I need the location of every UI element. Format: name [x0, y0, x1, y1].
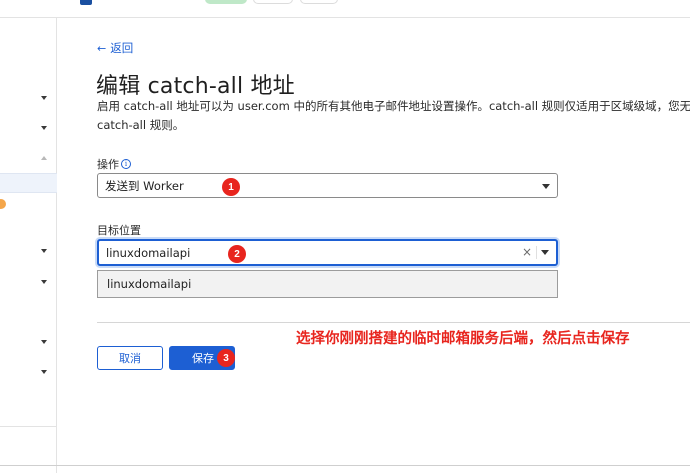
select-separator — [536, 246, 537, 259]
page-description: 启用 catch-all 地址可以为 user.com 中的所有其他电子邮件地址… — [97, 97, 690, 135]
top-pill-button[interactable] — [253, 0, 293, 4]
action-select[interactable]: 发送到 Worker — [97, 173, 558, 198]
dropdown-option[interactable]: linuxdomailapi — [97, 270, 558, 298]
chevron-down-icon[interactable] — [41, 370, 47, 374]
cancel-button[interactable]: 取消 — [97, 346, 163, 370]
description-line: 启用 catch-all 地址可以为 user.com 中的所有其他电子邮件地址… — [97, 99, 690, 113]
back-link-label: 返回 — [110, 41, 134, 55]
chevron-down-icon[interactable] — [541, 250, 549, 255]
page: ← 返回 编辑 catch-all 地址 启用 catch-all 地址可以为 … — [0, 0, 690, 473]
bottom-divider — [0, 465, 690, 466]
chevron-down-icon[interactable] — [542, 184, 550, 189]
action-label-text: 操作 — [97, 158, 119, 171]
action-select-value: 发送到 Worker — [105, 178, 184, 193]
top-pill-button[interactable] — [205, 0, 247, 4]
notification-dot-icon — [0, 199, 6, 209]
clear-icon[interactable]: × — [522, 245, 532, 259]
sidebar-item-active[interactable] — [0, 173, 57, 193]
description-line: catch-all 规则。 — [97, 118, 185, 132]
info-icon[interactable]: i — [121, 159, 131, 169]
step-marker-1: 1 — [222, 178, 240, 196]
destination-select-value[interactable]: linuxdomailapi — [106, 246, 190, 260]
chevron-down-icon[interactable] — [41, 280, 47, 284]
logo-icon — [80, 0, 92, 5]
instruction-annotation: 选择你刚刚搭建的临时邮箱服务后端，然后点击保存 — [296, 331, 630, 347]
sidebar-divider — [0, 426, 57, 427]
action-label: 操作 i — [97, 156, 131, 172]
destination-label-text: 目标位置 — [97, 224, 141, 237]
sidebar — [0, 18, 57, 473]
chevron-down-icon[interactable] — [41, 126, 47, 130]
destination-select[interactable]: linuxdomailapi × — [97, 239, 558, 266]
top-bar — [0, 0, 690, 18]
chevron-down-icon[interactable] — [41, 340, 47, 344]
destination-label: 目标位置 — [97, 222, 141, 238]
page-title: 编辑 catch-all 地址 — [96, 74, 295, 99]
step-marker-3: 3 — [217, 349, 235, 367]
step-marker-2: 2 — [228, 245, 246, 263]
back-link[interactable]: ← 返回 — [97, 40, 133, 56]
chevron-down-icon[interactable] — [41, 96, 47, 100]
chevron-up-icon[interactable] — [41, 156, 47, 160]
arrow-left-icon: ← — [97, 41, 107, 55]
dropdown-option-label: linuxdomailapi — [107, 277, 192, 291]
chevron-down-icon[interactable] — [41, 249, 47, 253]
top-pill-button[interactable] — [300, 0, 338, 4]
form-divider — [97, 322, 690, 323]
